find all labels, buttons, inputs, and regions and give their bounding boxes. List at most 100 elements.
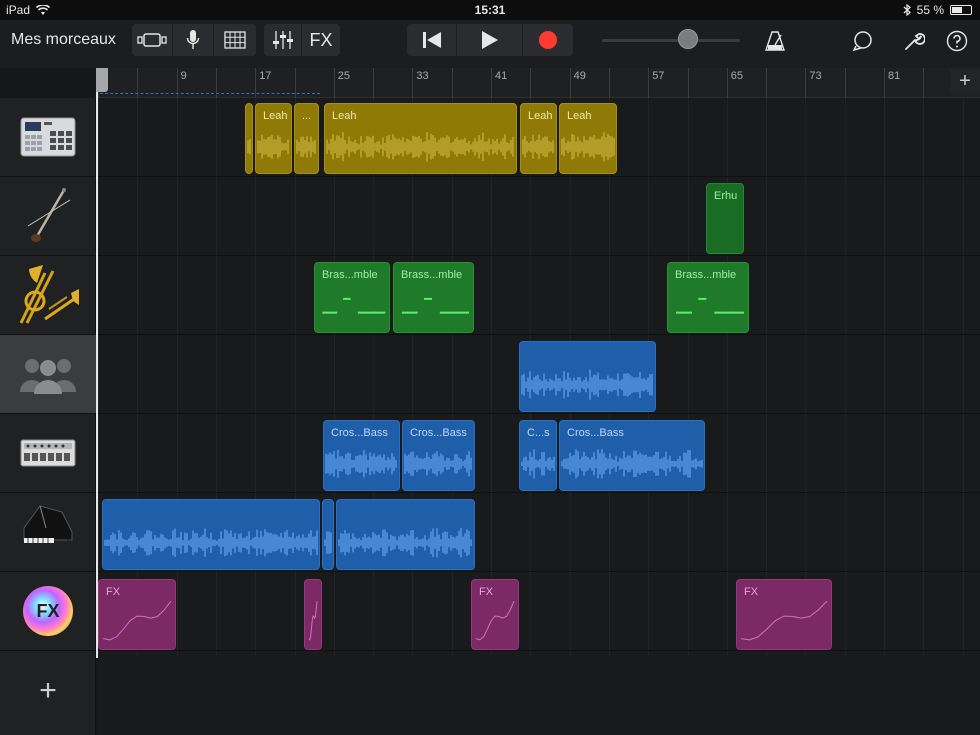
- ruler-tick: [923, 68, 925, 98]
- cycle-region-marker: [100, 93, 320, 96]
- region-cross-bass[interactable]: Cros...Bass: [402, 420, 475, 491]
- ruler-tick: [530, 68, 532, 98]
- region-fx-automation-short[interactable]: [304, 579, 322, 650]
- region-label: Brass...mble: [401, 269, 463, 281]
- mixer-sliders-icon: [272, 31, 293, 49]
- region-label: Brass...mble: [675, 269, 737, 281]
- microphone-icon: [186, 30, 200, 49]
- mpc-drum-machine-icon: [20, 117, 76, 157]
- region-leah[interactable]: Leah: [559, 103, 617, 174]
- region-label: FX: [106, 586, 121, 598]
- my-songs-button[interactable]: Mes morceaux: [11, 31, 116, 49]
- ruler-bar-label: 81: [888, 70, 901, 82]
- playhead[interactable]: [96, 68, 98, 658]
- tracks-grid-button[interactable]: [214, 24, 256, 56]
- track-header-fx[interactable]: FX: [0, 572, 96, 651]
- ruler-tick: [648, 68, 650, 98]
- region-content-graphic: [308, 601, 318, 642]
- region-label: FX: [479, 586, 494, 598]
- settings-button[interactable]: [901, 28, 927, 54]
- master-volume-slider[interactable]: [602, 39, 740, 42]
- record-icon: [539, 31, 557, 49]
- garageband-app: iPad 15:31 55 % Mes morceaux FX 9 17 25 …: [0, 0, 980, 735]
- synth-module-icon: [20, 439, 76, 467]
- track-header-drum-machine[interactable]: [0, 98, 96, 177]
- fx-button[interactable]: FX: [302, 24, 340, 56]
- ruler-bar-label: 49: [573, 70, 586, 82]
- region-content-graphic: [521, 369, 653, 400]
- region-label: Leah: [528, 110, 553, 122]
- toolbar: Mes morceaux FX: [0, 20, 980, 68]
- region-content-graphic: [104, 528, 318, 558]
- region-label: Erhu: [714, 190, 738, 202]
- lane-fx: [98, 572, 980, 651]
- region-fx-automation[interactable]: FX: [471, 579, 519, 650]
- region-brass-ensemble[interactable]: Brass...mble: [667, 262, 749, 333]
- go-to-beginning-button[interactable]: [407, 24, 457, 56]
- ruler-bar-label: 25: [337, 70, 351, 82]
- region-label: Leah: [332, 110, 357, 122]
- region-erhu[interactable]: Erhu: [706, 183, 744, 254]
- ruler-tick: [569, 68, 571, 98]
- battery-percent: 55 %: [916, 3, 944, 17]
- grand-piano-icon: [23, 505, 73, 558]
- region-label: Cros...Bass: [331, 427, 388, 439]
- help-button[interactable]: [944, 28, 970, 54]
- ruler-bar-label: 9: [180, 70, 187, 82]
- playhead-handle[interactable]: [96, 68, 108, 92]
- track-header-erhu[interactable]: [0, 177, 96, 256]
- add-section-button[interactable]: +: [950, 68, 980, 94]
- fx-icon-label: FX: [36, 600, 60, 621]
- ruler-tick: [373, 68, 375, 98]
- wrench-icon: [905, 33, 925, 50]
- region-leah-short[interactable]: ...: [294, 103, 319, 174]
- play-button[interactable]: [457, 24, 523, 56]
- region-audio[interactable]: [519, 341, 656, 412]
- region-piano[interactable]: [102, 499, 320, 570]
- region-brass-ensemble[interactable]: Brass...mble: [393, 262, 474, 333]
- region-brass-ensemble[interactable]: Bras...mble: [314, 262, 390, 333]
- region-fx-automation[interactable]: FX: [736, 579, 832, 650]
- lane-brass: [98, 256, 980, 335]
- add-track-button[interactable]: +: [0, 651, 96, 730]
- track-header-synth[interactable]: [0, 414, 96, 493]
- erhu-icon: [27, 188, 71, 242]
- region-label: Bras...mble: [322, 269, 378, 281]
- region-cross-bass-short[interactable]: C...s: [519, 420, 557, 491]
- automation-curve: [475, 600, 515, 641]
- track-header-audio[interactable]: [0, 335, 96, 414]
- track-controls-button[interactable]: [264, 24, 302, 56]
- ruler-tick: [333, 68, 335, 98]
- region-leah-stub[interactable]: [245, 103, 253, 174]
- region-leah[interactable]: Leah: [324, 103, 517, 174]
- region-label: Cros...Bass: [410, 427, 467, 439]
- track-header-piano[interactable]: [0, 493, 96, 572]
- region-cross-bass[interactable]: Cros...Bass: [323, 420, 400, 491]
- ruler-bar-label: 33: [416, 70, 429, 82]
- fx-icon: FX: [23, 586, 73, 636]
- region-piano[interactable]: [336, 499, 475, 570]
- grid-icon: [224, 31, 246, 49]
- track-header-brass[interactable]: [0, 256, 96, 335]
- region-content-graphic: [324, 531, 332, 555]
- record-mic-button[interactable]: [173, 24, 214, 56]
- region-fx-automation[interactable]: FX: [98, 579, 176, 650]
- region-leah[interactable]: Leah: [520, 103, 557, 174]
- tracks-area[interactable]: Leah ... Leah Leah Leah Erhu Bras...mble…: [98, 98, 980, 735]
- loop-browser-button[interactable]: [850, 28, 876, 54]
- metronome-button[interactable]: [762, 28, 788, 54]
- master-volume-knob[interactable]: [677, 29, 698, 49]
- region-piano-short[interactable]: [322, 499, 334, 570]
- browser-button[interactable]: [132, 24, 173, 56]
- ruler-bar-label: 57: [652, 70, 665, 82]
- status-bar: iPad 15:31 55 %: [0, 0, 980, 20]
- automation-curve: [102, 600, 172, 641]
- ruler-bar-label: 73: [809, 70, 822, 82]
- region-leah[interactable]: Leah: [255, 103, 292, 174]
- record-button[interactable]: [523, 24, 573, 56]
- bluetooth-icon: [903, 4, 911, 16]
- region-cross-bass[interactable]: Cros...Bass: [559, 420, 705, 491]
- instrument-browser-icon: [137, 33, 167, 47]
- transport-group: [407, 24, 573, 56]
- ruler-bar-label: 65: [730, 70, 744, 82]
